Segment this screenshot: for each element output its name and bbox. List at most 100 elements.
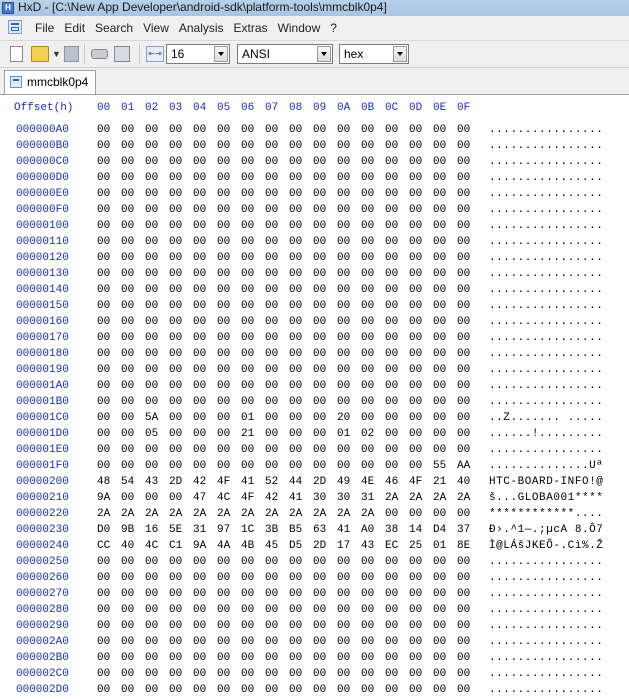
title-bar[interactable]: H HxD - [C:\New App Developer\android-sd… — [0, 0, 629, 16]
hex-byte[interactable]: 00 — [193, 682, 206, 698]
ascii-text[interactable]: ................ — [489, 570, 603, 586]
hex-byte[interactable]: 00 — [385, 266, 398, 282]
hex-byte[interactable]: 00 — [313, 250, 326, 266]
hex-byte[interactable]: 00 — [265, 602, 278, 618]
hex-byte[interactable]: 00 — [337, 378, 350, 394]
hex-byte[interactable]: 00 — [457, 586, 470, 602]
hex-byte[interactable]: 00 — [97, 666, 110, 682]
hex-byte[interactable]: 00 — [169, 586, 182, 602]
hex-byte[interactable]: 00 — [265, 234, 278, 250]
hex-byte[interactable]: 00 — [121, 650, 134, 666]
hex-byte[interactable]: 00 — [337, 458, 350, 474]
hex-byte[interactable]: 48 — [97, 474, 110, 490]
offset-base-select[interactable]: hex — [339, 44, 409, 64]
hex-byte[interactable]: 40 — [457, 474, 470, 490]
hex-byte[interactable]: 00 — [385, 442, 398, 458]
hex-byte[interactable]: 00 — [337, 330, 350, 346]
hex-byte[interactable]: 00 — [145, 682, 158, 698]
hex-byte[interactable]: 00 — [97, 186, 110, 202]
hex-byte[interactable]: 00 — [169, 554, 182, 570]
hex-byte[interactable]: 00 — [241, 154, 254, 170]
hex-byte[interactable]: 00 — [217, 618, 230, 634]
hex-byte[interactable]: 00 — [361, 218, 374, 234]
hex-byte[interactable]: 00 — [337, 154, 350, 170]
hex-byte[interactable]: CC — [97, 538, 110, 554]
hex-byte[interactable]: 00 — [433, 314, 446, 330]
hex-byte[interactable]: 00 — [409, 554, 422, 570]
hex-byte[interactable]: 00 — [169, 650, 182, 666]
hex-byte[interactable]: 00 — [337, 122, 350, 138]
hex-byte[interactable]: 00 — [385, 202, 398, 218]
hex-byte[interactable]: 00 — [385, 154, 398, 170]
hex-byte[interactable]: 00 — [313, 394, 326, 410]
hex-byte[interactable]: 00 — [97, 138, 110, 154]
hex-byte[interactable]: 00 — [241, 234, 254, 250]
hex-byte[interactable]: 00 — [313, 442, 326, 458]
hex-byte[interactable]: 00 — [409, 442, 422, 458]
hex-byte[interactable]: 00 — [265, 426, 278, 442]
hex-byte[interactable]: 00 — [289, 282, 302, 298]
hex-byte[interactable]: 00 — [433, 266, 446, 282]
hex-byte[interactable]: 00 — [289, 266, 302, 282]
hex-byte[interactable]: 00 — [361, 618, 374, 634]
menu-file[interactable]: File — [30, 16, 59, 40]
hex-byte[interactable]: 00 — [409, 138, 422, 154]
hex-byte[interactable]: 00 — [409, 602, 422, 618]
hex-byte[interactable]: 00 — [361, 330, 374, 346]
hex-byte[interactable]: 2A — [337, 506, 350, 522]
hex-byte[interactable]: 00 — [457, 570, 470, 586]
hex-byte[interactable]: 00 — [385, 602, 398, 618]
hex-byte[interactable]: 00 — [169, 218, 182, 234]
hex-byte[interactable]: 00 — [337, 314, 350, 330]
hex-byte[interactable]: 05 — [145, 426, 158, 442]
hex-byte[interactable]: 00 — [457, 266, 470, 282]
ascii-text[interactable]: Ð›.^1—.;µcA 8.Ô7 — [489, 522, 603, 538]
hex-byte[interactable]: 00 — [289, 634, 302, 650]
hex-byte[interactable]: 41 — [337, 522, 350, 538]
hex-byte[interactable]: 00 — [385, 554, 398, 570]
hex-byte[interactable]: 00 — [409, 154, 422, 170]
hex-byte[interactable]: 00 — [193, 138, 206, 154]
hex-byte[interactable]: 00 — [385, 682, 398, 698]
hex-byte[interactable]: 00 — [385, 234, 398, 250]
hex-byte[interactable]: 00 — [265, 186, 278, 202]
hex-byte[interactable]: 00 — [313, 154, 326, 170]
chevron-down-icon[interactable] — [214, 46, 228, 62]
hex-byte[interactable]: 00 — [385, 618, 398, 634]
hex-byte[interactable]: 00 — [121, 346, 134, 362]
hex-byte[interactable]: 00 — [409, 362, 422, 378]
hex-byte[interactable]: 4F — [217, 474, 230, 490]
hex-byte[interactable]: 00 — [241, 202, 254, 218]
hex-byte[interactable]: 00 — [193, 570, 206, 586]
ascii-text[interactable]: ................ — [489, 378, 603, 394]
hex-byte[interactable]: 00 — [265, 314, 278, 330]
hex-byte[interactable]: 00 — [313, 602, 326, 618]
hex-byte[interactable]: D0 — [97, 522, 110, 538]
hex-byte[interactable]: 00 — [121, 586, 134, 602]
hex-byte[interactable]: 2A — [385, 490, 398, 506]
hex-byte[interactable]: 00 — [217, 586, 230, 602]
ascii-text[interactable]: ................ — [489, 202, 603, 218]
hex-byte[interactable]: 00 — [241, 218, 254, 234]
hex-byte[interactable]: 00 — [265, 650, 278, 666]
hex-byte[interactable]: 41 — [289, 490, 302, 506]
hex-byte[interactable]: 00 — [265, 362, 278, 378]
hex-byte[interactable]: 00 — [433, 218, 446, 234]
hex-byte[interactable]: 00 — [265, 410, 278, 426]
ascii-text[interactable]: ................ — [489, 682, 603, 698]
hex-byte[interactable]: 00 — [409, 122, 422, 138]
hex-byte[interactable]: 00 — [265, 554, 278, 570]
hex-byte[interactable]: 00 — [241, 250, 254, 266]
hex-byte[interactable]: 00 — [457, 218, 470, 234]
hex-byte[interactable]: 00 — [337, 650, 350, 666]
hex-byte[interactable]: 00 — [289, 570, 302, 586]
hex-byte[interactable]: 00 — [241, 394, 254, 410]
chevron-down-icon[interactable] — [317, 46, 331, 62]
hex-byte[interactable]: 00 — [97, 650, 110, 666]
hex-byte[interactable]: 00 — [361, 602, 374, 618]
hex-byte[interactable]: 00 — [457, 314, 470, 330]
hex-byte[interactable]: 00 — [121, 618, 134, 634]
hex-byte[interactable]: 00 — [169, 458, 182, 474]
hex-byte[interactable]: 00 — [217, 186, 230, 202]
hex-byte[interactable]: 00 — [289, 362, 302, 378]
